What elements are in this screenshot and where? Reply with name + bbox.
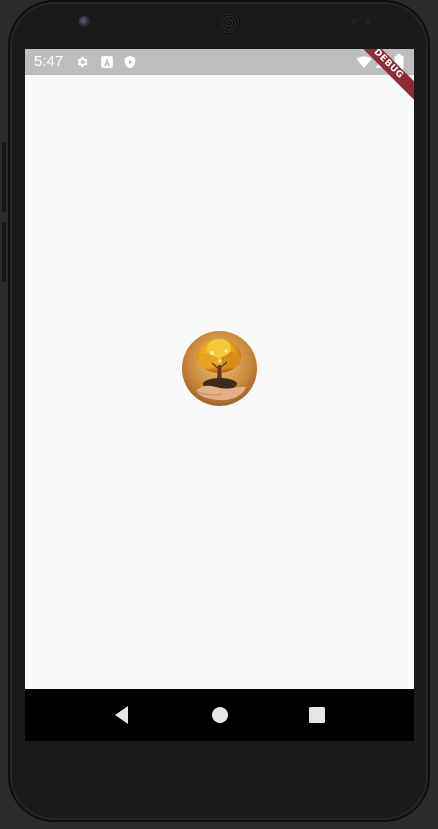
back-icon[interactable] — [111, 704, 133, 726]
status-time: 5:47 — [34, 53, 64, 70]
gear-icon — [77, 56, 88, 68]
power-button[interactable] — [2, 142, 6, 212]
recents-icon[interactable] — [306, 704, 328, 726]
speaker-grille-icon — [218, 12, 240, 34]
volume-button[interactable] — [2, 222, 6, 282]
home-icon[interactable] — [209, 704, 231, 726]
tree-in-hands-logo — [182, 331, 257, 406]
play-shield-icon — [124, 55, 136, 69]
wifi-icon — [356, 56, 372, 68]
light-sensor-icon — [365, 18, 371, 24]
device-screen: 5:47 DEBUG — [25, 49, 414, 741]
navigation-bar — [25, 689, 414, 741]
emulator-frame: 5:47 DEBUG — [0, 0, 438, 829]
status-bar: 5:47 — [25, 49, 414, 75]
a-badge-icon — [101, 56, 113, 68]
proximity-sensor-icon — [351, 18, 357, 24]
front-camera-icon — [79, 16, 90, 27]
tree-logo-icon — [182, 331, 257, 406]
